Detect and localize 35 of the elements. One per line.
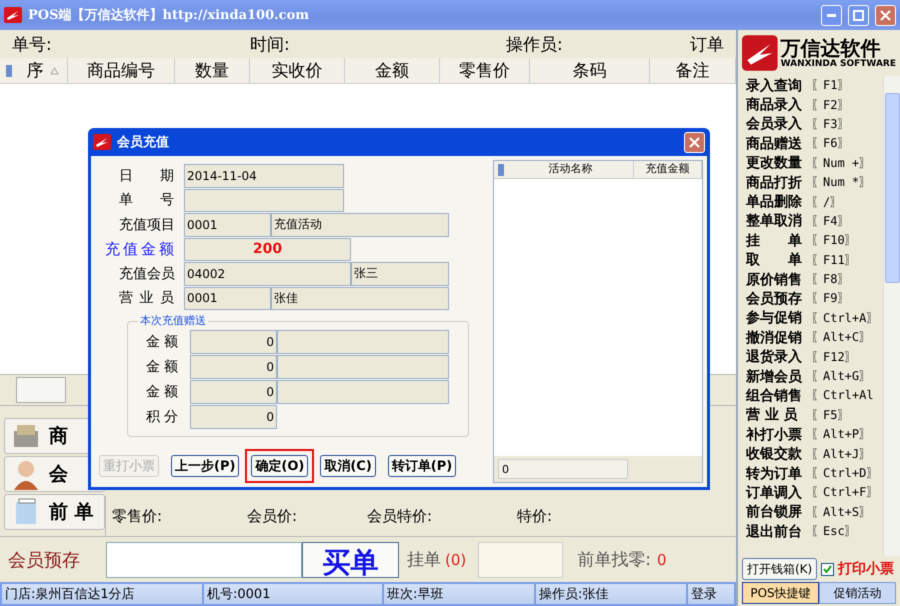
status-cell: 班次:早班 — [384, 584, 534, 604]
field-label: 单号 — [118, 191, 175, 210]
field-label: 营业员 — [118, 289, 175, 308]
status-cell: 门店:泉州百信达1分店 — [2, 584, 202, 604]
change-label: 前单找零: — [577, 549, 651, 571]
field-label: 金额 — [145, 383, 179, 401]
price-label: 会员特价: — [367, 506, 434, 526]
change-value: 0 — [656, 550, 667, 568]
logo-subtitle: WANXINDA SOFTWARE — [780, 59, 896, 69]
logo-name: 万信达软件 — [780, 37, 881, 59]
dialog-title: 会员充值 — [117, 134, 170, 151]
field-label: 充值项目 — [118, 216, 176, 234]
group-title: 本次充值赠送 — [138, 313, 208, 328]
hold-label: 挂单 — [407, 549, 441, 571]
print-receipt-label: 打印小票 — [838, 560, 894, 578]
field-label: 充值会员 — [118, 264, 176, 283]
price-label: 会员价: — [247, 506, 298, 526]
info-label: 订单 — [690, 34, 725, 56]
total-field: 0 — [498, 459, 628, 479]
info-label: 时间: — [250, 34, 291, 56]
window-title: POS端【万信达软件】http://xinda100.com — [28, 7, 310, 24]
field-label: 充值金额 — [104, 240, 175, 259]
hold-count: (0) — [445, 550, 466, 568]
status-cell: 操作员:张佳 — [536, 584, 686, 604]
info-label: 单号: — [12, 34, 53, 56]
deposit-label: 会员预存 — [8, 548, 81, 572]
field-label: 积分 — [145, 408, 179, 426]
field-label: 金额 — [145, 333, 179, 351]
field-label: 金额 — [145, 358, 179, 376]
status-cell: 登录 — [688, 584, 734, 604]
price-label: 零售价: — [112, 506, 164, 526]
field-label: 日期 — [118, 166, 175, 185]
info-label: 操作员: — [506, 34, 564, 56]
status-cell: 机号:0001 — [204, 584, 382, 604]
price-label: 特价: — [517, 506, 554, 526]
